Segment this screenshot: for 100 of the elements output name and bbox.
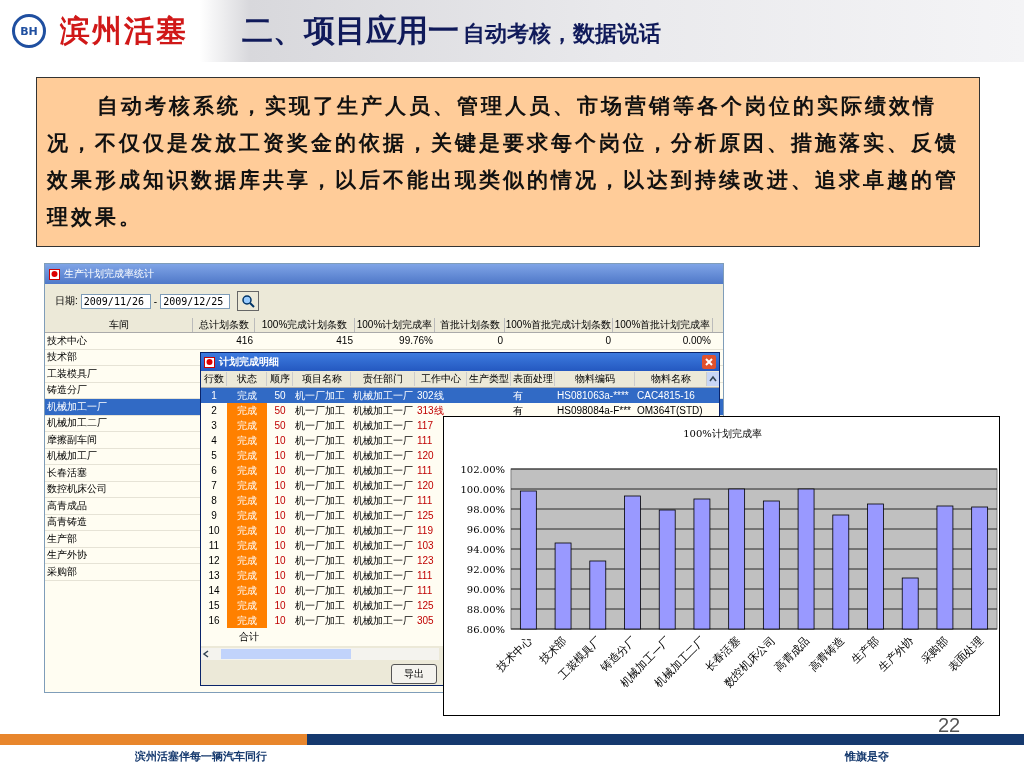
scroll-left-icon[interactable] [201,649,211,659]
table-cell-text: 机械加工一厂 [352,568,414,583]
chart-title: 100%计划完成率 [683,428,762,439]
search-button[interactable] [237,291,260,311]
table-cell-text: 2 [210,404,218,418]
table-cell-text: 6 [210,464,218,478]
table-cell-text: 机一厂加工 [294,433,346,448]
column-header[interactable]: 工作中心 [415,372,467,386]
column-header[interactable]: 责任部门 [351,372,415,386]
table-cell-text: 120 [416,449,435,463]
table-cell-text: 4 [210,434,218,448]
table-cell-text: 工装模具厂 [46,366,98,381]
table-cell-text: 机械加工一厂 [352,403,414,418]
column-header[interactable]: 表面处理 [511,372,555,386]
table-row[interactable]: 8 完成 10 机一厂加工 机械加工一厂 111 [201,493,435,508]
table-cell-text: 机械加工一厂 [352,463,414,478]
slide-subtitle: 自动考核，数据说话 [463,20,661,48]
slide-title: 二、项目应用一 [242,11,459,50]
table-row[interactable]: 3 完成 50 机一厂加工 机械加工一厂 117 [201,418,435,433]
table-cell-text: 机械加工一厂 [352,433,414,448]
table-cell-text: 机一厂加工 [294,448,346,463]
table-cell-text: 10 [273,509,287,523]
table-cell-text: 机械加工一厂 [352,508,414,523]
table-cell-text: 机一厂加工 [294,523,346,538]
scroll-up-icon[interactable] [707,372,719,386]
axis-tick-label: 96.00% [466,524,505,535]
page-number: 22 [938,714,961,737]
table-cell-text: 50 [273,419,287,433]
table-cell-text: 416 [235,335,254,347]
export-button[interactable]: 导出 [391,663,437,684]
table-cell-text: 长春活塞 [46,465,88,480]
table-cell-text: CAC4815-16 [636,389,696,403]
table-cell-text: HS081063a-**** [556,389,630,403]
table-cell: 完成 [227,538,267,553]
table-row[interactable]: 5 完成 10 机一厂加工 机械加工一厂 120 [201,448,436,463]
table-cell-text: 10 [273,479,287,493]
column-header[interactable]: 100%首批完成计划条数 [505,318,613,332]
table-cell-text: 8 [210,494,218,508]
column-header[interactable]: 状态 [227,372,267,386]
table-row[interactable]: 10 完成 10 机一厂加工 机械加工一厂 119 [201,523,435,538]
table-row[interactable]: 4 完成 10 机一厂加工 机械加工一厂 111 [201,433,435,448]
table-cell-text: 生产部 [46,531,78,546]
table-cell-text: 机一厂加工 [294,508,346,523]
table-cell-text: 机械加工一厂 [352,493,414,508]
column-header[interactable]: 100%首批计划完成率 [613,318,713,332]
column-header[interactable]: 顺序 [267,372,293,386]
table-row[interactable]: 2 完成 50 机一厂加工 机械加工一厂 313线 有 HS098084a-F*** OM364T(STD) [201,403,719,418]
table-cell-text: 3 [210,419,218,433]
table-cell: 完成 [227,523,267,538]
table-cell-text: 103 [416,539,435,553]
column-header[interactable]: 车间 [45,318,193,332]
table-cell: 完成 [227,433,267,448]
column-header[interactable]: 100%完成计划条数 [255,318,355,332]
table-row[interactable]: 1 完成 50 机一厂加工 机械加工一厂 302线 有 HS081063a-**** CAC4815-16 [201,388,719,403]
table-cell-text: 机械加工一厂 [352,478,414,493]
column-header[interactable]: 总计划条数 [193,318,255,332]
table-cell-text: 机械加工一厂 [352,538,414,553]
table-cell-text: 高青铸造 [46,515,88,530]
table-row[interactable]: 15 完成 10 机一厂加工 机械加工一厂 125 [201,598,436,613]
table-row[interactable]: 16 完成 10 机一厂加工 机械加工一厂 305 [201,613,436,628]
table-cell-text: 数控机床公司 [46,482,108,497]
app-icon [49,268,60,280]
table-cell-text: 机一厂加工 [294,553,346,568]
table-row[interactable]: 技术中心 416 415 99.76% 0 0 0.00% [45,333,723,350]
column-header[interactable]: 生产类型 [467,372,511,386]
table-cell-text: 50 [273,389,287,403]
table-cell-text: 10 [273,539,287,553]
table-row[interactable]: 9 完成 10 机一厂加工 机械加工一厂 125 [201,508,436,523]
column-header[interactable]: 行数 [201,372,227,386]
table-cell-text: 111 [416,584,434,598]
close-icon[interactable] [702,355,716,369]
table-cell-text: 摩擦副车间 [46,432,98,447]
total-label: 合计 [239,630,259,644]
table-cell-text: 铸造分厂 [46,383,88,398]
table-cell-text: 有 [512,403,524,418]
table-cell-text: 机械加工一厂 [352,598,414,613]
table-row[interactable]: 7 完成 10 机一厂加工 机械加工一厂 120 [201,478,436,493]
date-field[interactable]: 2009/12/25 [160,293,231,309]
column-header[interactable]: 100%计划完成率 [355,318,435,332]
table-row[interactable]: 14 完成 10 机一厂加工 机械加工一厂 111 [201,583,435,598]
date-field[interactable]: 2009/11/26 [80,293,151,309]
table-row[interactable]: 6 完成 10 机一厂加工 机械加工一厂 111 [201,463,435,478]
column-header[interactable]: 物料编码 [555,372,635,386]
column-header[interactable]: 首批计划条数 [435,318,505,332]
table-cell-text: 技术中心 [46,333,88,348]
horizontal-scrollbar[interactable] [201,648,439,660]
window-title: 生产计划完成率统计 [64,267,154,281]
table-row[interactable]: 13 完成 10 机一厂加工 机械加工一厂 111 [201,568,435,583]
table-cell: 完成 [227,553,267,568]
table-row[interactable]: 11 完成 10 机一厂加工 机械加工一厂 103 [201,538,436,553]
table-cell-text: 16 [207,614,221,628]
column-header[interactable]: 项目名称 [293,372,351,386]
table-cell-text: 117 [416,419,434,433]
table-cell: 完成 [227,478,267,493]
table-row[interactable]: 12 完成 10 机一厂加工 机械加工一厂 123 [201,553,436,568]
table-cell-text: 7 [210,479,218,493]
table-cell-text: 125 [416,509,435,523]
table-cell: 完成 [227,403,267,418]
table-cell-text: 10 [273,554,287,568]
table-cell-text: 10 [273,434,287,448]
